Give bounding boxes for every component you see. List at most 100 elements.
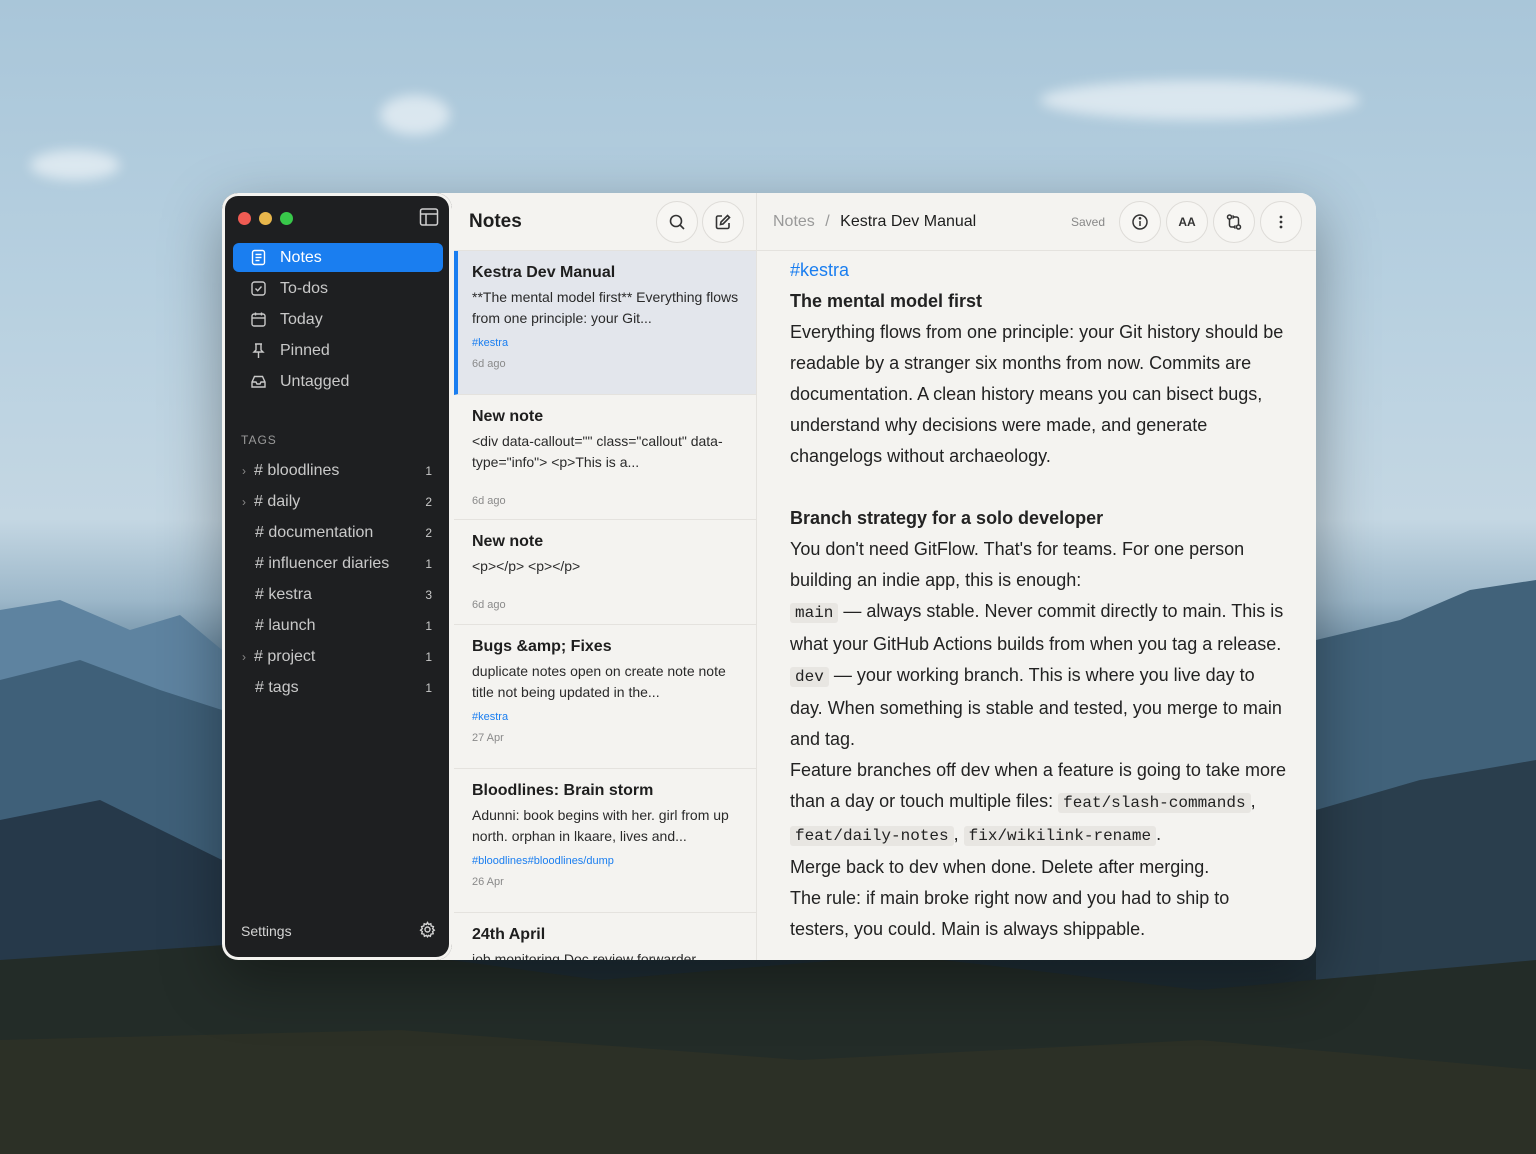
breadcrumb-separator: / — [825, 212, 830, 230]
paragraph-text: — your working branch. This is where you… — [790, 665, 1282, 749]
list-item[interactable]: New note <p></p> <p></p> 6d ago — [454, 520, 756, 625]
paragraph-text: — always stable. Never commit directly t… — [790, 601, 1284, 654]
tag-count: 1 — [425, 464, 432, 478]
inline-code: feat/slash-commands — [1058, 793, 1251, 813]
note-list-header: Notes — [454, 193, 756, 251]
chevron-right-icon[interactable]: › — [242, 650, 254, 664]
info-icon — [1132, 213, 1148, 230]
tag-name: # project — [254, 648, 316, 665]
close-window-button[interactable] — [238, 212, 251, 225]
tag-name: # launch — [255, 617, 316, 634]
sidebar-item-label: Today — [280, 310, 323, 328]
sidebar-item-label: Pinned — [280, 341, 330, 359]
info-button[interactable] — [1119, 200, 1161, 243]
inline-code: fix/wikilink-rename — [963, 826, 1157, 846]
tag-item[interactable]: # kestra 3 — [255, 583, 432, 607]
note-tag[interactable]: #kestra — [472, 337, 742, 349]
sidebar-item-label: Untagged — [280, 372, 350, 390]
note-date: 6d ago — [472, 495, 506, 507]
font-size-button[interactable]: AA — [1166, 200, 1208, 243]
list-item[interactable]: 24th April job monitoring Doc review for… — [454, 913, 756, 960]
text-size-icon: AA — [1178, 214, 1196, 229]
tag-count: 1 — [425, 681, 432, 695]
note-title: Bloodlines: Brain storm — [472, 782, 654, 799]
note-tag[interactable]: #kestra — [472, 711, 742, 723]
save-status: Saved — [1070, 214, 1105, 229]
tag-item[interactable]: # influencer diaries 1 — [255, 552, 432, 576]
tag-item[interactable]: › # daily 2 — [242, 490, 432, 514]
tag-item[interactable]: # launch 1 — [255, 614, 432, 638]
list-item[interactable]: New note <div data-callout="" class="cal… — [454, 395, 756, 520]
note-title: New note — [472, 533, 544, 550]
note-date: 26 Apr — [472, 876, 504, 888]
paragraph-main-branch: main — always stable. Never commit direc… — [790, 596, 1290, 660]
note-preview: **The mental model first** Everything fl… — [472, 289, 739, 326]
compose-icon — [715, 213, 731, 229]
editor-pane: Notes / Kestra Dev Manual Saved AA #kest… — [757, 193, 1316, 960]
chevron-right-icon[interactable]: › — [242, 495, 254, 509]
tag-item[interactable]: › # project 1 — [242, 645, 432, 669]
inline-code: dev — [790, 667, 829, 687]
sidebar-item-todos[interactable]: To-dos — [233, 274, 443, 303]
search-icon — [669, 214, 685, 230]
note-preview: <p></p> <p></p> — [472, 558, 581, 574]
tag-name: # documentation — [255, 524, 374, 541]
note-list: Notes Kestra Dev Manual **The mental mod… — [454, 193, 757, 960]
notes-icon — [249, 249, 267, 267]
tag-item[interactable]: # tags 1 — [255, 676, 432, 700]
list-item[interactable]: Bloodlines: Brain storm Adunni: book beg… — [454, 769, 756, 913]
tag-item[interactable]: › # bloodlines 1 — [242, 459, 432, 483]
paragraph: You don't need GitFlow. That's for teams… — [790, 539, 1245, 590]
paragraph: Merge back to dev when done. Delete afte… — [790, 857, 1210, 877]
sidebar-item-notes[interactable]: Notes — [233, 243, 443, 272]
paragraph-dev-branch: dev — your working branch. This is where… — [790, 660, 1290, 755]
paragraph: The rule: if main broke right now and yo… — [790, 888, 1230, 939]
tag-item[interactable]: # documentation 2 — [255, 521, 432, 545]
list-item[interactable]: Bugs &amp; Fixes duplicate notes open on… — [454, 625, 756, 769]
list-item[interactable]: Kestra Dev Manual **The mental model fir… — [454, 251, 756, 395]
sidebar-toggle-icon[interactable] — [418, 206, 440, 228]
note-tag[interactable]: #bloodlines#bloodlines/dump — [472, 855, 742, 867]
note-date: 6d ago — [472, 599, 506, 611]
editor-content[interactable]: #kestra The mental model first Everythin… — [757, 255, 1316, 945]
breadcrumb: Notes / Kestra Dev Manual — [773, 213, 1071, 231]
new-note-button[interactable] — [702, 200, 744, 243]
cloud — [30, 150, 120, 180]
more-options-button[interactable] — [1260, 200, 1302, 243]
note-hashtag[interactable]: #kestra — [790, 255, 1290, 286]
tag-name: # bloodlines — [254, 462, 340, 479]
minimize-window-button[interactable] — [259, 212, 272, 225]
sidebar-item-today[interactable]: Today — [233, 305, 443, 334]
sidebar-item-pinned[interactable]: Pinned — [233, 336, 443, 365]
tags-heading: TAGS — [241, 433, 277, 447]
sync-button[interactable] — [1213, 200, 1255, 243]
breadcrumb-current: Kestra Dev Manual — [840, 212, 977, 230]
breadcrumb-root[interactable]: Notes — [773, 213, 815, 230]
checkbox-icon — [249, 280, 267, 298]
tag-name: # influencer diaries — [255, 555, 390, 572]
pin-icon — [249, 342, 267, 360]
chevron-right-icon[interactable]: › — [242, 464, 254, 478]
paragraph-feature-branches: Feature branches off dev when a feature … — [790, 755, 1290, 852]
note-title: Kestra Dev Manual — [472, 264, 616, 281]
tag-count: 2 — [425, 526, 432, 540]
note-preview: job monitoring Doc review forwarder — [472, 951, 697, 960]
note-preview: <div data-callout="" class="callout" dat… — [472, 433, 723, 470]
sidebar-item-label: Notes — [280, 248, 322, 266]
cloud — [380, 95, 450, 135]
tag-count: 2 — [425, 495, 432, 509]
maximize-window-button[interactable] — [280, 212, 293, 225]
tag-count: 1 — [425, 557, 432, 571]
search-button[interactable] — [656, 200, 698, 243]
tag-name: # daily — [254, 493, 301, 510]
sidebar-item-label: To-dos — [280, 279, 329, 297]
separator: . — [1156, 824, 1162, 844]
tag-count: 1 — [425, 650, 432, 664]
gear-icon[interactable] — [419, 921, 436, 941]
inbox-icon — [249, 373, 267, 391]
sidebar-item-untagged[interactable]: Untagged — [233, 367, 443, 396]
settings-button[interactable]: Settings — [241, 921, 436, 941]
tag-count: 3 — [425, 588, 432, 602]
tag-count: 1 — [425, 619, 432, 633]
calendar-icon — [249, 311, 267, 329]
